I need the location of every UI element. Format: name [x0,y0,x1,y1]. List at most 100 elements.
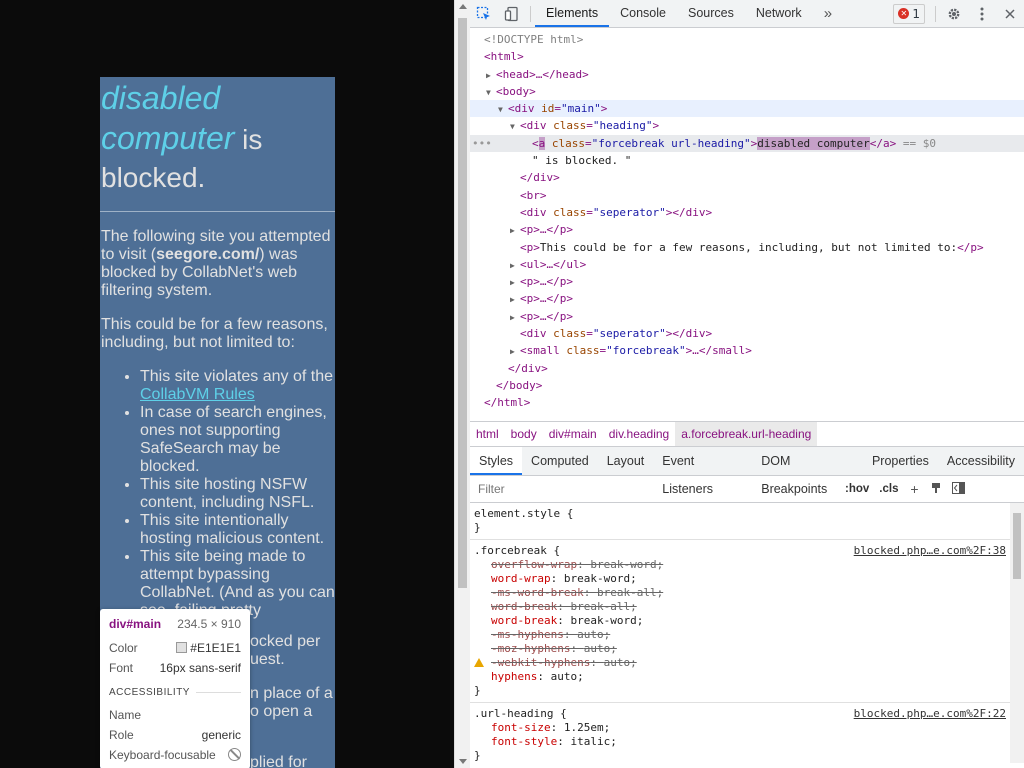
dom-line[interactable]: </body> [470,377,1024,394]
styles-scrollbar[interactable] [1010,503,1024,763]
dom-line[interactable]: <p>This could be for a few reasons, incl… [470,239,1024,256]
tab-computed[interactable]: Computed [522,447,598,475]
not-allowed-icon [228,748,241,761]
dom-line[interactable]: </html> [470,394,1024,411]
forcebreak-rule[interactable]: .forcebreak { blocked.php…e.com%2F:38 ov… [470,540,1024,703]
css-property[interactable]: font-size: 1.25em; [474,721,1020,735]
dom-line[interactable]: ▶ <ul>…</ul> [470,256,1024,273]
expand-triangle-icon[interactable]: ▶ [510,274,520,291]
tab-accessibility[interactable]: Accessibility [938,447,1024,475]
expand-triangle-icon[interactable]: ▶ [510,309,520,326]
dom-line[interactable]: <div class="seperator"></div> [470,325,1024,342]
dom-line[interactable]: ▶ <small class="forcebreak">…</small> [470,342,1024,359]
css-property-name: overflow-wrap [491,558,578,571]
dom-line-selected[interactable]: ••• <a class="forcebreak url-heading">dis… [470,134,1024,153]
tab-console[interactable]: Console [609,0,677,27]
dom-line[interactable]: ▶ <p>…</p> [470,221,1024,238]
css-property-name: word-break [491,614,558,627]
tab-event-listeners[interactable]: Event Listeners [653,447,752,496]
breadcrumb-div-heading[interactable]: div.heading [603,422,676,446]
rule-close: } [474,684,481,697]
tab-layout[interactable]: Layout [598,447,654,475]
cls-toggle[interactable]: .cls [874,483,903,495]
breadcrumb-html[interactable]: html [470,422,505,446]
br-tag: <br> [520,188,547,202]
warning-icon[interactable] [474,658,484,667]
dom-line[interactable]: " is blocked. " [470,152,1024,169]
scrollbar-thumb[interactable] [458,18,467,588]
element-style-rule[interactable]: element.style { } [470,503,1024,540]
dom-line[interactable]: ▼ <div class="heading"> [470,117,1024,134]
inspect-element-icon[interactable] [470,0,498,27]
expand-triangle-icon[interactable]: ▶ [510,257,520,274]
css-property[interactable]: -webkit-hyphens: auto; [474,656,1020,670]
rule-source-link[interactable]: blocked.php…e.com%2F:38 [854,544,1006,558]
devtools-toolbar: Elements Console Sources Network » ✕ 1 [470,0,1024,28]
breadcrumb-div-main[interactable]: div#main [543,422,603,446]
dom-line[interactable]: <html> [470,48,1024,65]
dom-line[interactable]: ▶ <p>…</p> [470,273,1024,290]
dom-line[interactable]: <div class="seperator"></div> [470,204,1024,221]
dom-line[interactable]: ▶ <head>…</head> [470,66,1024,83]
more-options-kebab-icon[interactable] [968,0,996,27]
ul-tag: <ul>…</ul> [520,257,587,271]
tab-styles[interactable]: Styles [470,447,523,475]
dom-tree[interactable]: <!DOCTYPE html> <html> ▶ <head>…</head> ▼… [470,28,1024,421]
collapse-triangle-icon[interactable]: ▼ [510,118,520,135]
css-property[interactable]: overflow-wrap: break-word; [474,558,1020,572]
css-property[interactable]: hyphens: auto; [474,670,1020,684]
styles-filter-input[interactable] [476,481,840,497]
settings-gear-icon[interactable] [940,0,968,27]
breadcrumb-anchor[interactable]: a.forcebreak.url-heading [675,422,818,446]
tooltip-dimensions: 234.5 × 910 [177,617,241,631]
more-tabs-icon[interactable]: » [813,0,843,27]
dom-line[interactable]: ▶ <p>…</p> [470,308,1024,325]
collapse-triangle-icon[interactable]: ▼ [498,101,508,118]
dom-line[interactable]: </div> [470,360,1024,377]
url-heading-rule[interactable]: .url-heading { blocked.php…e.com%2F:22 f… [470,703,1024,763]
error-count-badge[interactable]: ✕ 1 [893,3,925,24]
rules-link[interactable]: CollabVM Rules [140,386,255,403]
page-scrollbar[interactable] [454,0,470,768]
dom-line[interactable]: ▶ <p>…</p> [470,290,1024,307]
breadcrumb-body[interactable]: body [505,422,543,446]
tab-sources[interactable]: Sources [677,0,745,27]
device-toolbar-icon[interactable] [498,0,526,27]
dom-line[interactable]: <br> [470,187,1024,204]
css-property[interactable]: word-break: break-word; [474,614,1020,628]
new-rule-plus-icon[interactable]: + [903,481,925,497]
page-viewport: disabled computer is blocked. The follow… [0,0,454,768]
ellipsis-icon[interactable]: ••• [472,135,492,152]
scroll-down-arrow-icon[interactable] [459,759,467,764]
collapse-triangle-icon[interactable]: ▼ [486,84,496,101]
hov-toggle[interactable]: :hov [840,483,874,495]
toggle-sidebar-icon[interactable] [947,481,969,497]
css-property[interactable]: -ms-word-break: break-all; [474,586,1020,600]
css-property[interactable]: font-style: italic; [474,735,1020,749]
css-property[interactable]: -ms-hyphens: auto; [474,628,1020,642]
dom-line[interactable]: </div> [470,169,1024,186]
css-property[interactable]: word-break: break-all; [474,600,1020,614]
scroll-up-arrow-icon[interactable] [459,4,467,9]
paint-brush-icon[interactable] [925,481,947,497]
tab-network[interactable]: Network [745,0,813,27]
dom-line[interactable]: <!DOCTYPE html> [470,31,1024,48]
expand-triangle-icon[interactable]: ▶ [510,222,520,239]
head-tag: <head>…</head> [496,67,589,81]
expand-triangle-icon[interactable]: ▶ [486,67,496,84]
tab-dom-breakpoints[interactable]: DOM Breakpoints [752,447,863,496]
css-property[interactable]: word-wrap: break-word; [474,572,1020,586]
css-property[interactable]: -moz-hyphens: auto; [474,642,1020,656]
tab-elements[interactable]: Elements [535,0,610,27]
scrollbar-thumb[interactable] [1013,513,1021,579]
dom-line[interactable]: ▼ <body> [470,83,1024,100]
close-icon[interactable] [996,0,1024,27]
tab-properties[interactable]: Properties [863,447,938,475]
expand-triangle-icon[interactable]: ▶ [510,291,520,308]
heading-link[interactable]: disabled computer [101,80,234,156]
dom-line-div-main[interactable]: ▼ <div id="main"> [470,100,1024,118]
css-property-value: italic; [570,735,617,748]
rule-source-link[interactable]: blocked.php…e.com%2F:22 [854,707,1006,721]
expand-triangle-icon[interactable]: ▶ [510,343,520,360]
styles-pane[interactable]: element.style { } .forcebreak { blocked.… [470,503,1024,763]
